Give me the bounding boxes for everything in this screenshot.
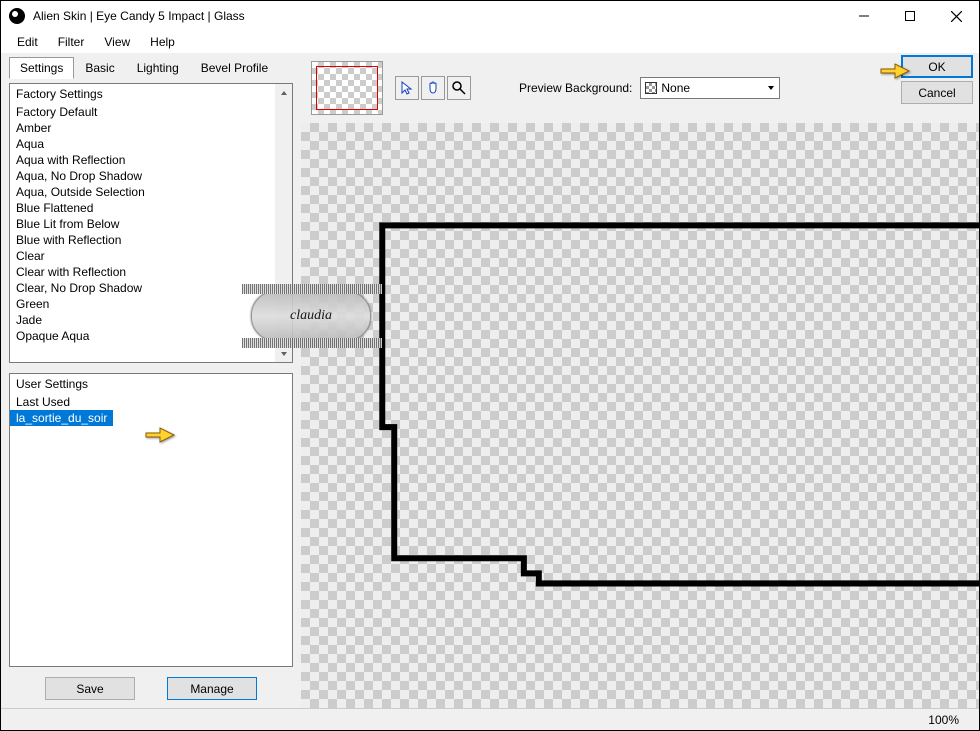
zoom-tool-icon[interactable] — [447, 76, 471, 100]
scroll-up-icon[interactable] — [275, 84, 292, 101]
tool-buttons — [395, 76, 471, 100]
maximize-button[interactable] — [887, 1, 933, 31]
ok-cancel-group: OK Cancel — [901, 55, 973, 104]
preview-toolbar: Preview Background: None OK Cancel — [301, 53, 979, 123]
tab-basic[interactable]: Basic — [74, 57, 125, 79]
factory-item[interactable]: Blue Flattened — [10, 200, 292, 216]
factory-item[interactable]: Jade — [10, 312, 292, 328]
right-panel: Preview Background: None OK Cancel — [301, 53, 979, 708]
factory-item[interactable]: Blue with Reflection — [10, 232, 292, 248]
factory-item[interactable]: Factory Default — [10, 104, 292, 120]
button-row: Save Manage — [9, 677, 293, 700]
factory-item[interactable]: Blue Lit from Below — [10, 216, 292, 232]
preview-thumbnail[interactable] — [311, 61, 383, 115]
tab-lighting[interactable]: Lighting — [126, 57, 190, 79]
checker-swatch-icon — [645, 82, 657, 94]
user-item[interactable]: Last Used — [10, 394, 292, 410]
user-item[interactable]: la_sortie_du_soir — [10, 410, 113, 426]
factory-item[interactable]: Aqua with Reflection — [10, 152, 292, 168]
close-button[interactable] — [933, 1, 979, 31]
app-icon — [9, 8, 25, 24]
tab-settings[interactable]: Settings — [9, 57, 74, 79]
factory-item[interactable]: Clear — [10, 248, 292, 264]
menu-edit[interactable]: Edit — [7, 32, 48, 52]
menubar: Edit Filter View Help — [1, 31, 979, 53]
preview-canvas[interactable] — [301, 123, 979, 708]
tabs: Settings Basic Lighting Bevel Profile — [9, 57, 293, 79]
factory-item[interactable]: Clear with Reflection — [10, 264, 292, 280]
factory-item[interactable]: Aqua, Outside Selection — [10, 184, 292, 200]
menu-help[interactable]: Help — [140, 32, 185, 52]
left-panel: Settings Basic Lighting Bevel Profile Fa… — [1, 53, 301, 708]
factory-item[interactable]: Aqua, No Drop Shadow — [10, 168, 292, 184]
preview-background-select[interactable]: None — [640, 77, 780, 99]
pointer-tool-icon[interactable] — [395, 76, 419, 100]
factory-item[interactable]: Green — [10, 296, 292, 312]
dropdown-arrow-icon — [767, 81, 775, 95]
user-settings-listbox[interactable]: User Settings Last Usedla_sortie_du_soir — [9, 373, 293, 667]
preview-background-label: Preview Background: — [519, 81, 632, 95]
menu-view[interactable]: View — [94, 32, 140, 52]
tab-bevel-profile[interactable]: Bevel Profile — [190, 57, 279, 79]
manage-button[interactable]: Manage — [167, 677, 257, 700]
titlebar: Alien Skin | Eye Candy 5 Impact | Glass — [1, 1, 979, 31]
user-settings-header: User Settings — [10, 374, 292, 394]
factory-settings-header: Factory Settings — [10, 84, 292, 104]
factory-item[interactable]: Amber — [10, 120, 292, 136]
window-title: Alien Skin | Eye Candy 5 Impact | Glass — [33, 9, 841, 23]
hand-tool-icon[interactable] — [421, 76, 445, 100]
zoom-level: 100% — [928, 713, 959, 727]
menu-filter[interactable]: Filter — [48, 32, 95, 52]
save-button[interactable]: Save — [45, 677, 135, 700]
main-area: Settings Basic Lighting Bevel Profile Fa… — [1, 53, 979, 708]
preview-background-value: None — [661, 81, 690, 95]
factory-item[interactable]: Aqua — [10, 136, 292, 152]
cancel-button[interactable]: Cancel — [901, 81, 973, 104]
thumbnail-viewport — [316, 66, 378, 110]
statusbar: 100% — [1, 708, 979, 730]
watermark: claudia — [251, 291, 371, 341]
ok-button[interactable]: OK — [901, 55, 973, 78]
minimize-button[interactable] — [841, 1, 887, 31]
